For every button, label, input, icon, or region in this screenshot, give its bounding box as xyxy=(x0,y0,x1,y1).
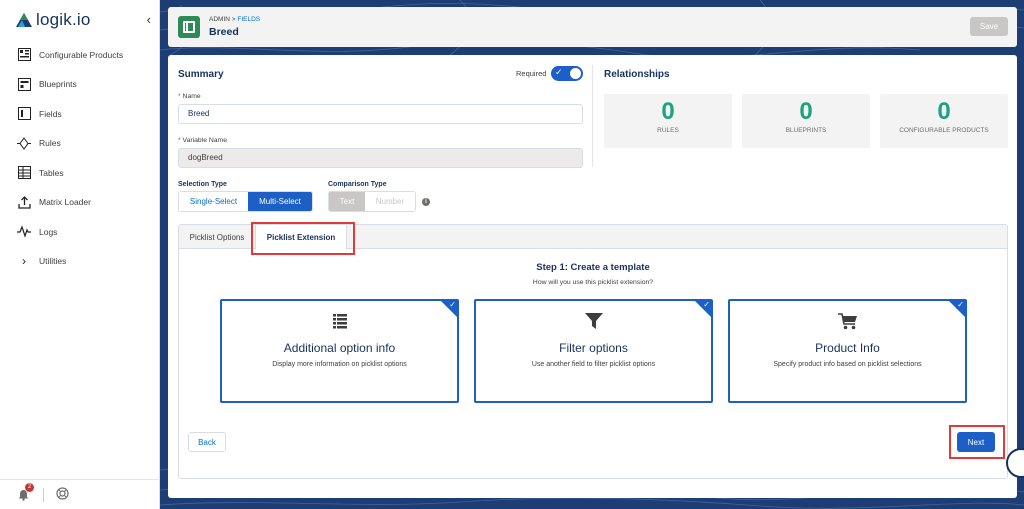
configurable-products-icon xyxy=(17,48,31,62)
blueprint-icon xyxy=(17,77,31,91)
sidebar-item-label: Configurable Products xyxy=(39,49,124,60)
relationship-count: 0 xyxy=(937,98,951,125)
logo[interactable]: logik.io xyxy=(16,10,91,30)
option-card-product-info[interactable]: ✓ Product Info Specify product info base… xyxy=(728,299,967,403)
required-asterisk: * xyxy=(178,93,181,100)
logo-icon xyxy=(16,13,32,27)
sidebar-item-fields[interactable]: Fields xyxy=(0,99,160,129)
sidebar-item-label: Logs xyxy=(39,226,58,237)
picklist-tabs-panel: Picklist Options Picklist Extension Step… xyxy=(178,222,1008,479)
text-option[interactable]: Text xyxy=(329,192,365,211)
toggle-knob xyxy=(570,68,581,79)
option-description: Display more information on picklist opt… xyxy=(272,361,407,368)
sidebar-item-label: Tables xyxy=(39,167,64,178)
page-title: Breed xyxy=(209,26,239,38)
tab-picklist-options[interactable]: Picklist Options xyxy=(179,225,255,249)
sidebar-item-logs[interactable]: Logs xyxy=(0,217,160,247)
back-button[interactable]: Back xyxy=(188,432,226,452)
filter-icon xyxy=(476,313,711,331)
check-icon: ✓ xyxy=(703,300,710,309)
option-title: Product Info xyxy=(815,341,880,355)
breadcrumb-separator: > xyxy=(231,16,236,23)
number-option[interactable]: Number xyxy=(365,192,415,211)
next-highlight-box xyxy=(949,425,1005,459)
selection-type-label: Selection Type xyxy=(178,181,227,188)
option-card-filter-options[interactable]: ✓ Filter options Use another field to fi… xyxy=(474,299,713,403)
sidebar-item-utilities[interactable]: › Utilities xyxy=(0,247,160,277)
comparison-type-segmented: Text Number xyxy=(328,191,416,212)
page-header: ADMIN > FIELDS Breed Save xyxy=(168,7,1017,47)
relationship-configurable-products[interactable]: 0 CONFIGURABLE PRODUCTS xyxy=(880,94,1008,148)
list-icon xyxy=(222,313,457,331)
relationship-count: 0 xyxy=(661,98,675,125)
main-card: Summary Required ✓ * Name Breed * Variab… xyxy=(168,55,1017,498)
breadcrumb-fields[interactable]: FIELDS xyxy=(237,16,260,23)
single-select-option[interactable]: Single-Select xyxy=(179,192,248,211)
relationship-blueprints[interactable]: 0 BLUEPRINTS xyxy=(742,94,870,148)
sidebar-item-label: Rules xyxy=(39,138,61,149)
sidebar-nav: Configurable Products Blueprints Fields … xyxy=(0,40,160,276)
check-icon: ✓ xyxy=(449,300,456,309)
check-icon: ✓ xyxy=(555,67,563,77)
activity-icon xyxy=(17,225,31,239)
breadcrumb: ADMIN > FIELDS xyxy=(209,16,260,23)
option-card-additional-info[interactable]: ✓ Additional option info Display more in… xyxy=(220,299,459,403)
required-label: Required xyxy=(516,69,547,78)
sidebar-item-tables[interactable]: Tables xyxy=(0,158,160,188)
sidebar-item-configurable-products[interactable]: Configurable Products xyxy=(0,40,160,70)
notification-count-badge: 2 xyxy=(25,482,34,492)
column-divider xyxy=(592,65,593,167)
sidebar-item-label: Utilities xyxy=(39,256,67,267)
sidebar-item-blueprints[interactable]: Blueprints xyxy=(0,70,160,100)
required-asterisk: * xyxy=(178,137,181,144)
field-record-icon xyxy=(178,16,200,38)
save-button[interactable]: Save xyxy=(970,17,1008,36)
relationship-label: BLUEPRINTS xyxy=(785,127,827,134)
relationship-rules[interactable]: 0 RULES xyxy=(604,94,732,148)
step-subtitle: How will you use this picklist extension… xyxy=(532,279,654,286)
name-label-text: Name xyxy=(182,93,201,100)
summary-heading: Summary xyxy=(178,69,224,80)
info-icon[interactable]: i xyxy=(422,198,430,206)
rules-icon xyxy=(17,136,31,150)
breadcrumb-admin[interactable]: ADMIN xyxy=(209,16,230,23)
chevron-left-icon[interactable]: ‹ xyxy=(147,12,151,27)
relationship-label: RULES xyxy=(657,127,679,134)
selection-type-segmented: Single-Select Multi-Select xyxy=(178,191,313,212)
divider xyxy=(43,487,44,502)
tab-highlight-box xyxy=(251,222,355,255)
option-description: Specify product info based on picklist s… xyxy=(773,361,922,368)
variable-name-field: dogBreed xyxy=(178,148,583,168)
required-toggle[interactable]: ✓ xyxy=(551,66,583,81)
chevron-right-icon: › xyxy=(22,254,26,269)
variable-name-label-text: Variable Name xyxy=(182,137,227,144)
sidebar-footer: 2 xyxy=(0,479,160,509)
relationship-label: CONFIGURABLE PRODUCTS xyxy=(899,127,989,134)
option-description: Use another field to filter picklist opt… xyxy=(531,361,656,368)
field-icon xyxy=(17,107,31,121)
multi-select-option[interactable]: Multi-Select xyxy=(248,192,312,211)
step-title: Step 1: Create a template xyxy=(536,262,650,273)
relationship-count: 0 xyxy=(799,98,813,125)
notifications-bell-icon[interactable]: 2 xyxy=(17,482,34,502)
option-title: Additional option info xyxy=(283,341,396,355)
sidebar-item-matrix-loader[interactable]: Matrix Loader xyxy=(0,188,160,218)
name-label: * Name xyxy=(178,93,201,100)
logo-text: logik.io xyxy=(36,10,91,29)
cart-icon xyxy=(730,313,965,332)
variable-name-label: * Variable Name xyxy=(178,137,227,144)
sidebar-item-label: Blueprints xyxy=(39,79,77,90)
sidebar-item-rules[interactable]: Rules xyxy=(0,129,160,159)
upload-icon xyxy=(17,195,31,209)
sidebar-item-label: Matrix Loader xyxy=(39,197,91,208)
help-lifebuoy-icon[interactable] xyxy=(56,487,69,502)
table-icon xyxy=(17,166,31,180)
sidebar-item-label: Fields xyxy=(39,108,62,119)
comparison-type-label: Comparison Type xyxy=(328,181,387,188)
check-icon: ✓ xyxy=(957,300,964,309)
name-input[interactable]: Breed xyxy=(178,104,583,124)
relationships-heading: Relationships xyxy=(604,69,670,80)
sidebar: logik.io ‹ Configurable Products Bluepri… xyxy=(0,0,160,509)
option-title: Filter options xyxy=(559,341,628,355)
